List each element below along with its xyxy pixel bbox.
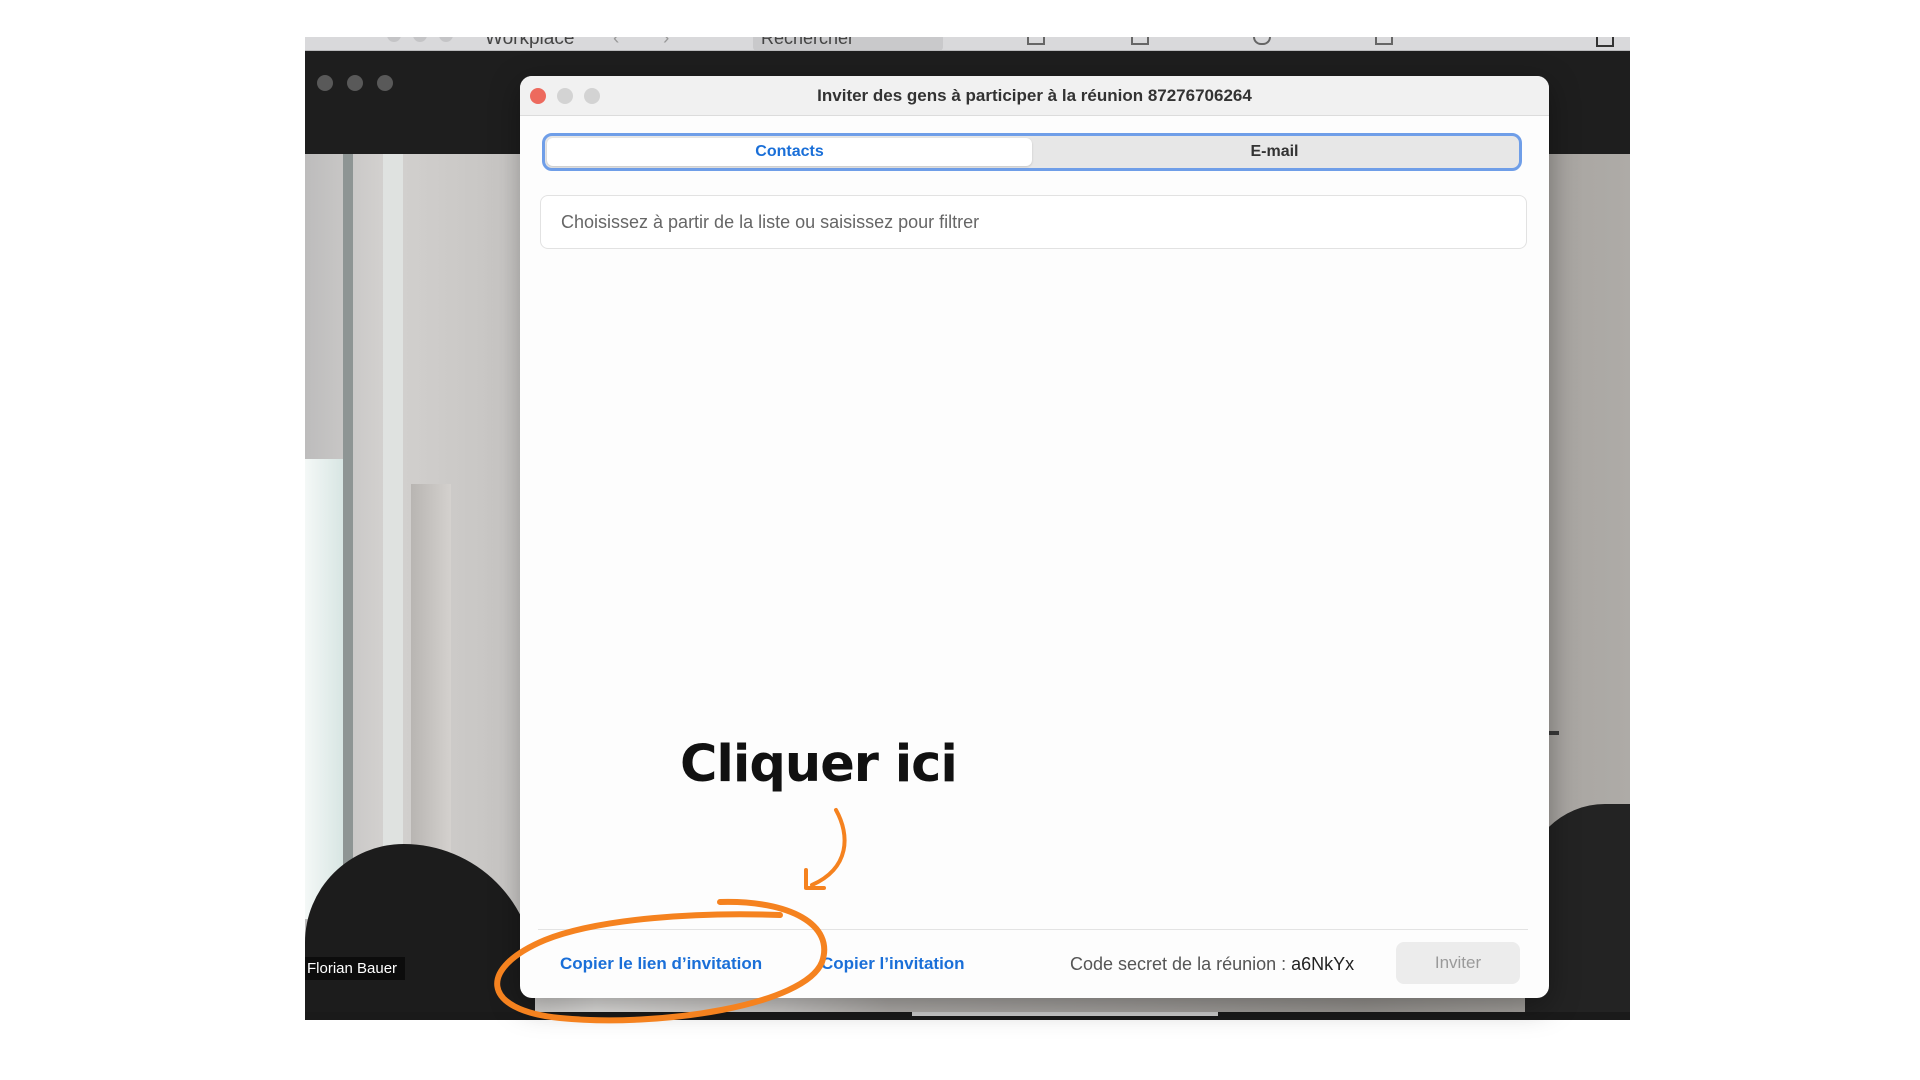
top-bar-search-label: Rechercher [761,37,855,48]
tab-contacts[interactable]: Contacts [547,138,1032,166]
top-bar-dot [387,37,401,42]
layout-icon[interactable] [1596,37,1614,47]
invite-tabs: Contacts E-mail [542,133,1522,171]
back-icon[interactable]: ‹ [613,37,619,50]
copy-invite-link-button[interactable]: Copier le lien d’invitation [560,954,762,974]
forward-icon[interactable]: › [663,37,669,50]
macos-top-bar: Workplace ‹ › Rechercher [305,37,1630,51]
annotation-label: Cliquer ici [680,735,958,794]
participant-name-tag: Florian Bauer [305,957,406,980]
invite-dialog: Inviter des gens à participer à la réuni… [520,76,1549,998]
footer-divider [538,929,1528,930]
top-bar-dot [413,37,427,42]
dialog-title: Inviter des gens à participer à la réuni… [817,86,1252,105]
window-icon[interactable] [1131,37,1149,45]
copy-invitation-button[interactable]: Copier l’invitation [821,954,965,974]
top-bar-dot [439,37,453,42]
secret-code-value: a6NkYx [1291,954,1355,974]
meeting-secret-code: Code secret de la réunion : a6NkYx [1070,954,1354,975]
window-minimize-dot[interactable] [347,75,363,91]
video-window-light [305,459,343,919]
top-bar-search[interactable]: Rechercher [753,37,943,50]
secret-code-label: Code secret de la réunion : [1070,954,1292,974]
top-bar-app-name: Workplace [485,37,575,49]
grid-icon[interactable] [1027,37,1045,45]
chat-icon[interactable] [1253,37,1271,45]
scrollbar-thumb[interactable] [912,1012,1218,1016]
video-person-shoulder [305,844,535,1020]
window-zoom-dot[interactable] [377,75,393,91]
note-icon[interactable] [1375,37,1393,45]
dialog-titlebar: Inviter des gens à participer à la réuni… [520,76,1549,116]
invite-button[interactable]: Inviter [1396,942,1520,984]
tab-email[interactable]: E-mail [1032,138,1517,166]
window-close-dot[interactable] [317,75,333,91]
contact-filter-input[interactable] [540,195,1527,249]
